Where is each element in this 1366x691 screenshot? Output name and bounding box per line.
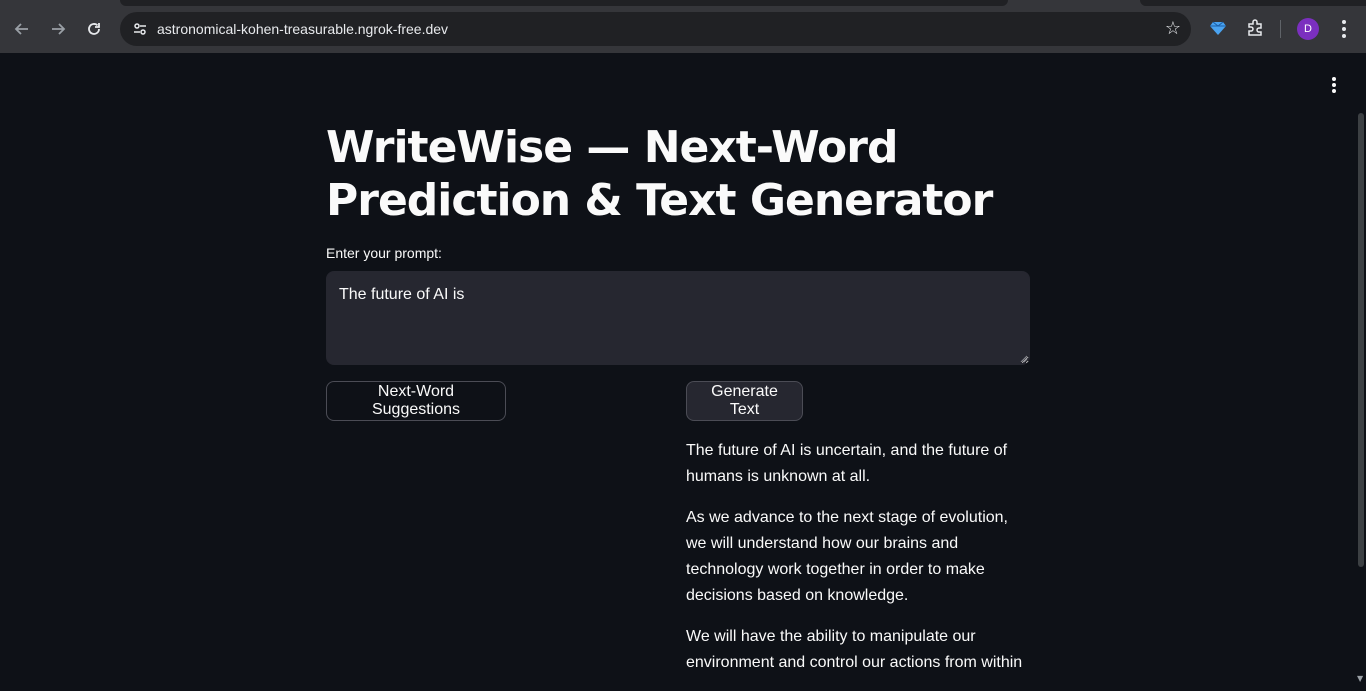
- page-title: WriteWise — Next-Word Prediction & Text …: [326, 122, 993, 226]
- reload-icon[interactable]: [80, 15, 108, 43]
- forward-icon[interactable]: [44, 15, 72, 43]
- output-paragraph: The future of AI is uncertain, and the f…: [686, 442, 1008, 485]
- next-word-suggestions-button[interactable]: Next-Word Suggestions: [326, 381, 506, 421]
- back-icon[interactable]: [8, 15, 36, 43]
- address-bar[interactable]: astronomical-kohen-treasurable.ngrok-fre…: [120, 12, 1191, 46]
- output-paragraph: As we advance to the next stage of evolu…: [686, 509, 1008, 604]
- toolbar-divider: [1280, 20, 1281, 38]
- tab-strip-edge: [120, 0, 1008, 6]
- page-scrollbar[interactable]: [1358, 113, 1364, 567]
- chrome-menu-icon[interactable]: [1333, 16, 1355, 42]
- app-menu-icon[interactable]: [1324, 75, 1344, 95]
- extension-gem-icon[interactable]: [1206, 16, 1230, 40]
- url-text[interactable]: astronomical-kohen-treasurable.ngrok-fre…: [157, 21, 448, 37]
- generate-text-button[interactable]: Generate Text: [686, 381, 803, 421]
- prompt-input[interactable]: [326, 271, 1030, 365]
- browser-toolbar: astronomical-kohen-treasurable.ngrok-fre…: [0, 0, 1366, 53]
- app-page: ▼ WriteWise — Next-Word Prediction & Tex…: [0, 53, 1366, 686]
- scroll-down-icon[interactable]: ▼: [1357, 675, 1365, 683]
- resize-grip-icon[interactable]: [1019, 354, 1028, 363]
- tab-strip-edge: [1140, 0, 1366, 6]
- generated-text-output: The future of AI is uncertain, and the f…: [686, 438, 1030, 691]
- site-info-icon[interactable]: [128, 17, 152, 41]
- extensions-puzzle-icon[interactable]: [1243, 16, 1267, 40]
- prompt-label: Enter your prompt:: [326, 245, 442, 261]
- bookmark-star-icon[interactable]: ☆: [1165, 18, 1181, 39]
- profile-avatar[interactable]: D: [1297, 18, 1319, 40]
- output-paragraph: We will have the ability to manipulate o…: [686, 628, 1023, 671]
